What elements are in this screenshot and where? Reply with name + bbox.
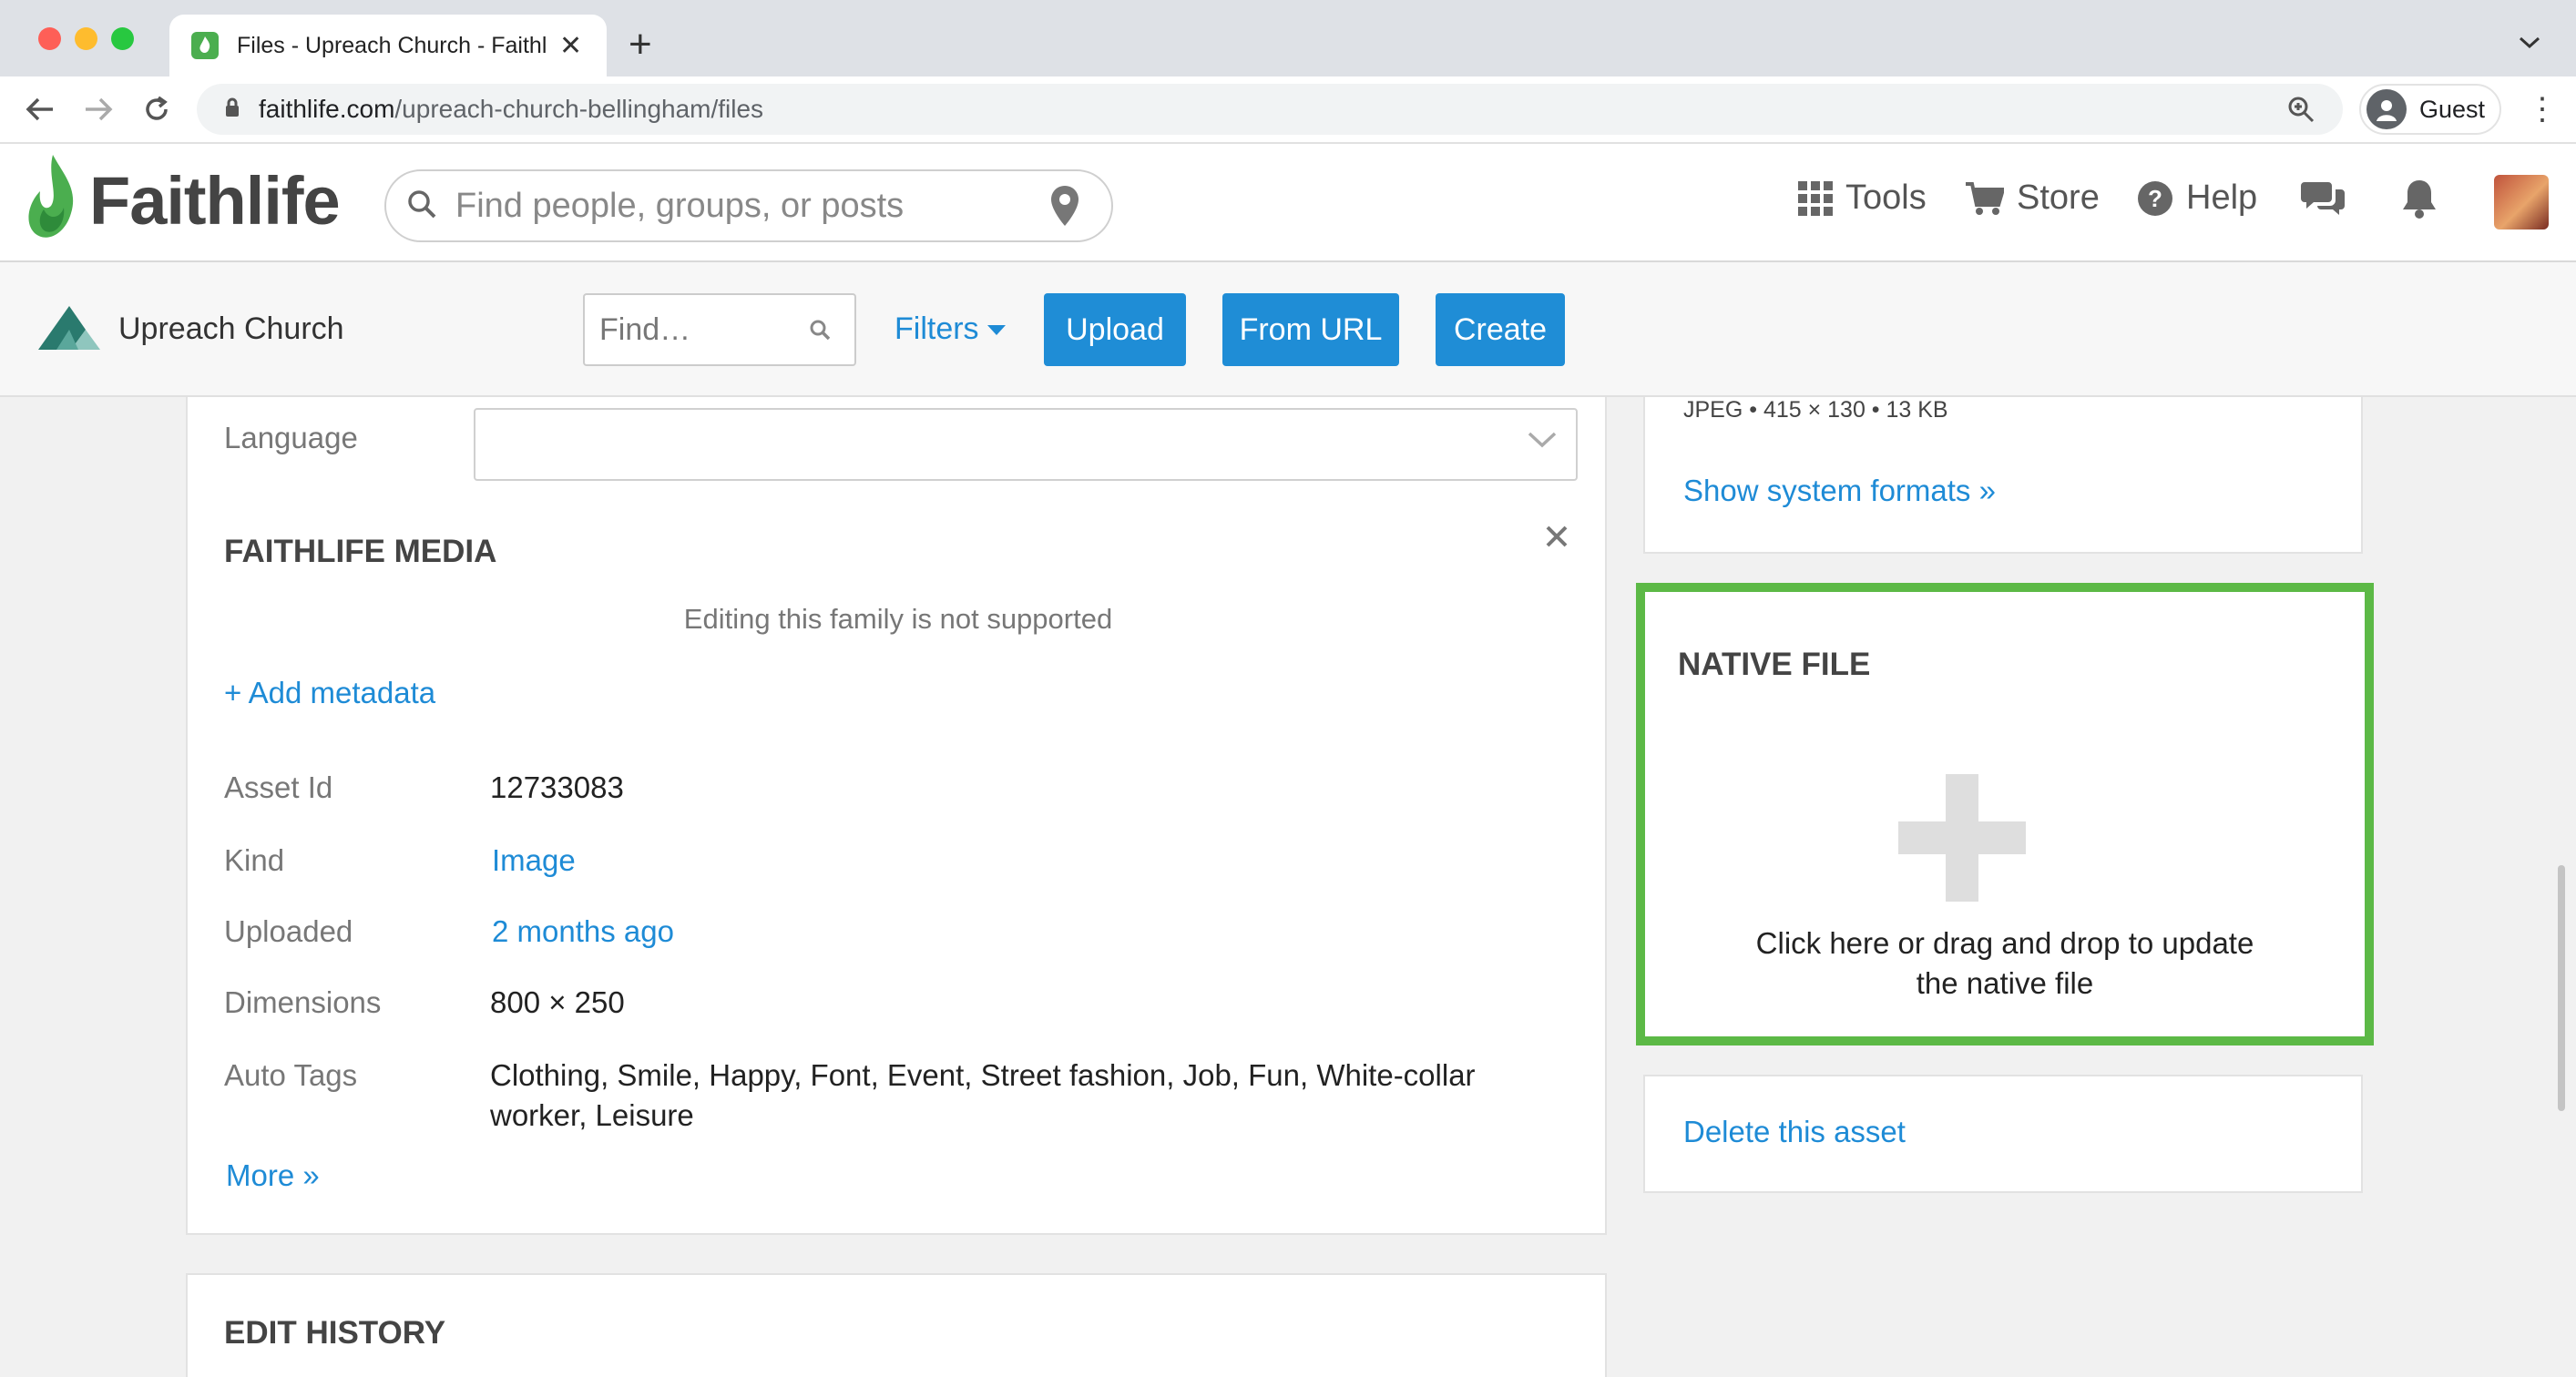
native-file-message-line-1: Click here or drag and drop to update [1755,926,2254,960]
window-zoom-button[interactable] [111,27,134,50]
notifications-bell-icon[interactable] [2401,178,2438,219]
help-menu[interactable]: ? Help [2137,178,2257,218]
auto-tags-label: Auto Tags [224,1058,358,1092]
profile-button[interactable]: Guest [2359,84,2501,135]
formats-card: JPEG • 415 × 130 • 13 KB Show system for… [1643,397,2363,554]
browser-tab-strip: Files - Upreach Church - Faithlife ✕ + [0,0,2576,76]
auto-tags-line-2: worker, Leisure [490,1098,694,1132]
faithlife-flame-icon [28,155,74,238]
filters-dropdown[interactable]: Filters [894,311,1007,347]
reload-icon[interactable] [137,89,177,129]
dimensions-value: 800 × 250 [490,985,625,1019]
forward-arrow-icon[interactable] [78,89,118,129]
store-label: Store [2017,178,2100,217]
cart-icon [1966,181,2004,215]
editing-not-supported-note: Editing this family is not supported [683,603,1113,635]
format-info: JPEG • 415 × 130 • 13 KB [1683,397,1948,423]
native-file-dropzone[interactable]: NATIVE FILE Click here or drag and drop … [1636,583,2374,1046]
upload-button[interactable]: Upload [1044,293,1186,366]
site-header: Faithlife Find people, groups, or posts … [0,144,2576,262]
from-url-button[interactable]: From URL [1222,293,1399,366]
find-search-icon[interactable] [809,319,831,345]
search-placeholder: Find people, groups, or posts [455,186,905,225]
dimensions-label: Dimensions [224,985,382,1019]
delete-asset-link[interactable]: Delete this asset [1683,1115,1906,1149]
kind-link[interactable]: Image [492,843,576,878]
asset-details-card: Language FAITHLIFE MEDIA Editing this fa… [186,397,1607,1235]
zoom-icon[interactable] [2286,95,2315,128]
address-url: faithlife.com/upreach-church-bellingham/… [259,95,764,123]
group-subheader: Upreach Church Find… Filters Upload From… [0,262,2576,397]
church-logo-icon [38,306,100,350]
caret-down-icon [986,324,1006,335]
show-system-formats-link[interactable]: Show system formats » [1683,474,1996,508]
edit-history-title: EDIT HISTORY [224,1315,446,1351]
site-search-input[interactable]: Find people, groups, or posts [384,169,1113,242]
window-close-button[interactable] [38,27,61,50]
remove-section-close-icon[interactable] [1545,525,1569,553]
add-metadata-link[interactable]: + Add metadata [224,676,435,710]
native-file-title: NATIVE FILE [1678,647,1871,682]
find-input[interactable]: Find… [583,293,856,366]
native-file-message: Click here or drag and drop to update th… [1645,923,2365,1004]
grid-icon [1798,180,1833,216]
store-menu[interactable]: Store [1966,178,2100,218]
uploaded-link[interactable]: 2 months ago [492,914,674,949]
chevron-down-icon [1527,430,1558,454]
tab-close-icon[interactable]: ✕ [559,30,582,62]
asset-id-label: Asset Id [224,770,333,804]
create-button[interactable]: Create [1436,293,1565,366]
faithlife-favicon-icon [191,32,219,59]
help-label: Help [2186,178,2258,217]
faithlife-media-title: FAITHLIFE MEDIA [224,534,497,569]
delete-asset-card: Delete this asset [1643,1075,2363,1193]
tab-title: Files - Upreach Church - Faithlife [237,32,547,58]
faithlife-logo[interactable]: Faithlife [24,155,341,246]
church-identity[interactable]: Upreach Church [38,306,344,352]
browser-tab[interactable]: Files - Upreach Church - Faithlife ✕ [169,15,607,76]
tab-search-chevron-icon[interactable] [2518,27,2541,56]
edit-history-card: EDIT HISTORY [186,1273,1607,1377]
language-label: Language [224,421,358,454]
svg-text:?: ? [2148,185,2162,212]
uploaded-label: Uploaded [224,914,353,948]
lock-icon [224,97,240,122]
church-name: Upreach Church [118,311,344,346]
find-placeholder: Find… [599,311,691,347]
kind-label: Kind [224,843,285,877]
add-plus-icon-bar [1898,821,2026,854]
browser-toolbar: faithlife.com/upreach-church-bellingham/… [0,76,2576,144]
location-pin-icon[interactable] [1049,184,1080,232]
asset-id-value: 12733083 [490,770,624,804]
logo-wordmark: Faithlife [89,162,341,239]
messages-icon[interactable] [2301,178,2345,217]
help-icon: ? [2138,180,2172,216]
address-bar[interactable]: faithlife.com/upreach-church-bellingham/… [197,84,2343,135]
language-select[interactable] [474,408,1578,481]
tools-label: Tools [1845,178,1927,217]
user-avatar[interactable] [2494,175,2549,230]
window-minimize-button[interactable] [75,27,97,50]
back-arrow-icon[interactable] [20,89,60,129]
new-tab-icon[interactable]: + [629,22,652,67]
filters-label: Filters [894,311,979,346]
profile-label: Guest [2419,95,2486,123]
more-link[interactable]: More » [226,1158,320,1193]
search-icon [406,189,437,224]
guest-avatar-icon [2366,89,2407,129]
tools-menu[interactable]: Tools [1798,178,1927,218]
native-file-message-line-2: the native file [1916,966,2094,1000]
auto-tags-line-1: Clothing, Smile, Happy, Font, Event, Str… [490,1058,1476,1092]
browser-menu-icon[interactable]: ⋮ [2527,89,2558,129]
page-scrollbar[interactable] [2558,865,2565,1111]
